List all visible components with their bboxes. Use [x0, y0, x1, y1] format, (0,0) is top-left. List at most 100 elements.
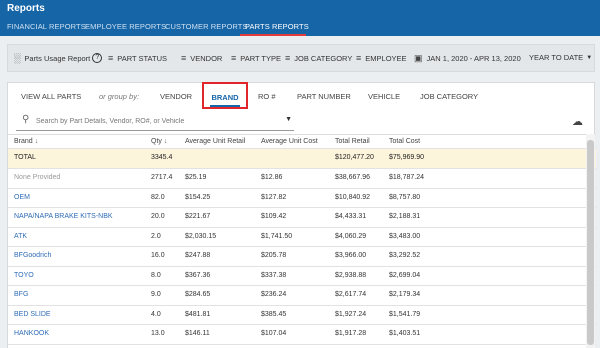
brand-link[interactable]: BFG	[14, 291, 28, 298]
filter-job-category[interactable]: ≡ JOB CATEGORY	[285, 53, 352, 63]
tab-customer-reports[interactable]: CUSTOMER REPORTS	[165, 22, 248, 36]
filter-part-status[interactable]: ≡ PART STATUS	[108, 53, 167, 63]
brand-link[interactable]: HANKOOK	[14, 330, 49, 337]
filter-icon: ≡	[285, 53, 291, 63]
qty-cell: 4.0	[151, 310, 161, 318]
avg-retail-cell: $367.36	[185, 271, 211, 279]
avg-cost-cell: $385.45	[261, 310, 287, 318]
col-qty[interactable]: Qty ↓	[151, 138, 167, 145]
filter-vendor[interactable]: ≡ VENDOR	[181, 53, 222, 63]
group-by-vendor[interactable]: VENDOR	[160, 92, 192, 101]
total-cost: $75,969.90	[389, 154, 425, 161]
search-dropdown-icon[interactable]: ▼	[285, 116, 292, 123]
group-by-label: or group by:	[99, 92, 140, 101]
filter-employee-label: EMPLOYEE	[365, 53, 407, 63]
table-row[interactable]: OEM 82.0 $154.25 $127.82 $10,840.92 $8,7…	[8, 189, 596, 208]
scrollbar-thumb[interactable]	[587, 140, 594, 345]
table-row[interactable]: HANKOOK 13.0 $146.11 $107.04 $1,917.28 $…	[8, 325, 596, 345]
brand-link[interactable]: NAPA/NAPA BRAKE KITS-NBK	[14, 213, 113, 220]
tab-financial-reports[interactable]: FINANCIAL REPORTS	[7, 22, 86, 36]
table-row[interactable]: TOYO 8.0 $367.36 $337.38 $2,938.88 $2,69…	[8, 267, 596, 286]
brand-link[interactable]: OEM	[14, 194, 30, 201]
total-cost-cell: $1,541.79	[389, 310, 421, 318]
active-tab-indicator	[240, 34, 306, 36]
report-selector[interactable]: ░ Parts Usage Report ?	[14, 53, 103, 63]
table-row[interactable]: None Provided 2717.4 $25.19 $12.86 $38,6…	[8, 169, 596, 189]
avg-cost-cell: $109.42	[261, 213, 287, 220]
col-total-cost[interactable]: Total Cost	[389, 138, 420, 145]
avg-retail-cell: $25.19	[185, 174, 207, 181]
period-select[interactable]: YEAR TO DATE ▼	[529, 53, 592, 62]
total-retail-cell: $1,927.24	[335, 310, 367, 318]
table-header: Brand ↓ Qty ↓ Average Unit Retail Average …	[8, 134, 596, 149]
filter-icon: ≡	[108, 53, 114, 63]
brand-link[interactable]: BFGoodrich	[14, 252, 51, 259]
group-by-ro[interactable]: RO #	[258, 92, 276, 101]
cloud-download-icon[interactable]: ☁	[572, 115, 583, 128]
total-qty: 3345.4	[151, 154, 173, 161]
brand-link[interactable]: BED SLIDE	[14, 311, 51, 318]
avg-cost-cell: $127.82	[261, 193, 287, 201]
table-row[interactable]: NAPA/NAPA BRAKE KITS-NBK 20.0 $221.67 $1…	[8, 208, 596, 228]
avg-retail-cell: $481.81	[185, 310, 211, 318]
avg-retail-cell: $247.88	[185, 252, 211, 259]
total-retail-cell: $4,060.29	[335, 232, 367, 240]
sort-icon: ↓	[163, 138, 168, 145]
col-brand[interactable]: Brand ↓	[14, 138, 38, 145]
col-avg-unit-retail[interactable]: Average Unit Retail	[185, 138, 245, 145]
group-by-job-category[interactable]: JOB CATEGORY	[420, 92, 478, 101]
filter-part-type-label: PART TYPE	[240, 53, 281, 63]
table-scrollbar[interactable]	[586, 134, 595, 348]
table-row[interactable]: BFG 9.0 $284.65 $236.24 $2,617.74 $2,179…	[8, 286, 596, 306]
filter-icon: ≡	[231, 53, 237, 63]
search-box[interactable]: ⚲ ▼	[16, 111, 294, 131]
filter-employee[interactable]: ≡ EMPLOYEE	[356, 53, 407, 63]
period-label: YEAR TO DATE	[529, 53, 584, 62]
total-retail-cell: $38,667.96	[335, 174, 371, 181]
group-by-part-number[interactable]: PART NUMBER	[297, 92, 351, 101]
avg-cost-cell: $107.04	[261, 330, 287, 337]
brand-table: Brand ↓ Qty ↓ Average Unit Retail Average …	[8, 134, 596, 345]
col-total-retail[interactable]: Total Retail	[335, 138, 370, 145]
qty-cell: 8.0	[151, 271, 161, 279]
filter-job-category-label: JOB CATEGORY	[294, 53, 353, 63]
total-cost-cell: $18,787.24	[389, 174, 425, 181]
tab-employee-reports[interactable]: EMPLOYEE REPORTS	[85, 22, 166, 36]
date-range-picker[interactable]: ▣ JAN 1, 2020 - APR 13, 2020	[414, 53, 521, 64]
group-by-vehicle[interactable]: VEHICLE	[368, 92, 400, 101]
filter-bar: ░ Parts Usage Report ? ≡ PART STATUS ≡ V…	[7, 44, 595, 72]
brand-link[interactable]: ATK	[14, 233, 27, 240]
total-retail: $120,477.20	[335, 154, 374, 161]
view-all-parts-button[interactable]: VIEW ALL PARTS	[21, 92, 81, 101]
filter-vendor-label: VENDOR	[190, 53, 223, 63]
search-icon: ⚲	[22, 114, 30, 125]
filter-part-type[interactable]: ≡ PART TYPE	[231, 53, 281, 63]
qty-cell: 9.0	[151, 291, 161, 298]
total-retail-cell: $2,938.88	[335, 271, 367, 279]
table-row[interactable]: ATK 2.0 $2,030.15 $1,741.50 $4,060.29 $3…	[8, 228, 596, 247]
total-retail-cell: $10,840.92	[335, 193, 371, 201]
qty-cell: 2717.4	[151, 174, 173, 181]
table-row[interactable]: BFGoodrich 16.0 $247.88 $205.78 $3,966.0…	[8, 247, 596, 267]
qty-cell: 82.0	[151, 193, 165, 201]
avg-cost-cell: $337.38	[261, 271, 287, 279]
help-icon[interactable]: ?	[92, 53, 103, 63]
filter-part-status-label: PART STATUS	[117, 53, 167, 63]
avg-retail-cell: $146.11	[185, 330, 210, 337]
group-by-brand[interactable]: BRAND	[202, 82, 248, 109]
total-cost-cell: $2,699.04	[389, 271, 421, 279]
report-name: Parts Usage Report	[24, 53, 91, 63]
filter-icon: ≡	[356, 53, 362, 63]
avg-retail-cell: $2,030.15	[185, 232, 217, 240]
app-header: Reports FINANCIAL REPORTS EMPLOYEE REPOR…	[0, 0, 600, 36]
total-retail-cell: $4,433.31	[335, 213, 367, 220]
avg-retail-cell: $221.67	[185, 213, 211, 220]
total-cost-cell: $8,757.80	[389, 193, 421, 201]
total-label: TOTAL	[14, 154, 36, 161]
table-row[interactable]: BED SLIDE 4.0 $481.81 $385.45 $1,927.24 …	[8, 306, 596, 325]
qty-cell: 13.0	[151, 330, 165, 337]
brand-link[interactable]: TOYO	[14, 272, 34, 279]
col-avg-unit-cost[interactable]: Average Unit Cost	[261, 138, 318, 145]
search-input[interactable]	[36, 115, 276, 127]
brand-cell: None Provided	[14, 174, 61, 181]
